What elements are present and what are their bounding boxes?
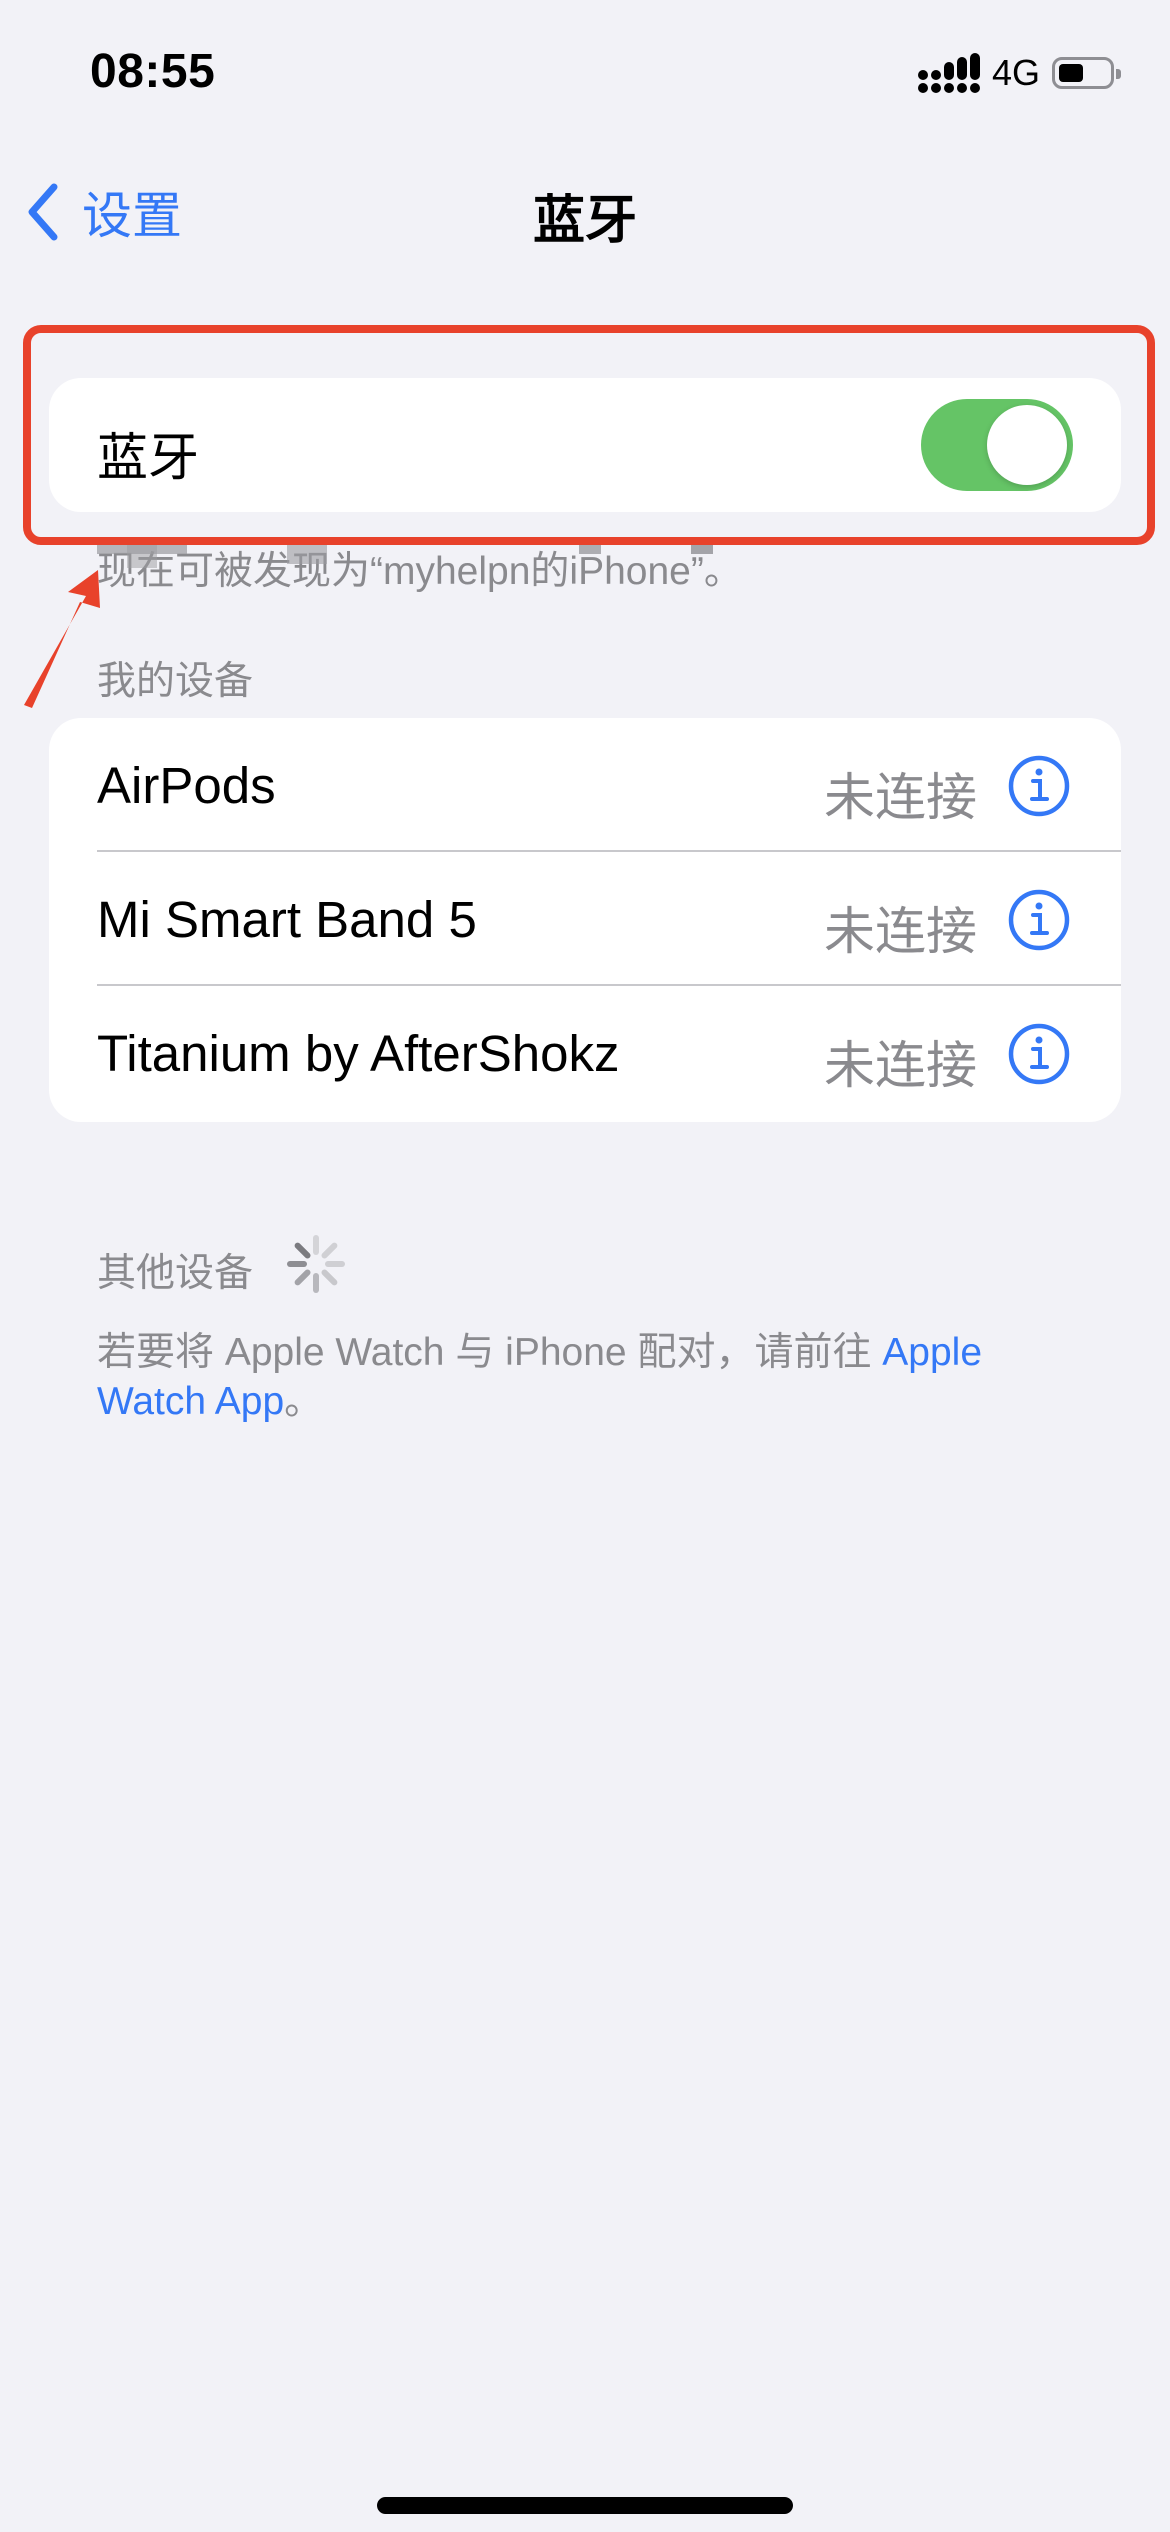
info-icon[interactable]	[1007, 1022, 1071, 1086]
device-row-airpods[interactable]: AirPods 未连接	[49, 718, 1121, 852]
page-title: 蓝牙	[532, 192, 637, 250]
info-icon[interactable]	[1007, 754, 1071, 818]
my-devices-header: 我的设备	[97, 660, 254, 703]
network-type: 4G	[991, 52, 1040, 93]
spinner-spoke	[321, 1269, 338, 1286]
status-time: 08:55	[90, 45, 216, 98]
device-name: Titanium by AfterShokz	[97, 1025, 620, 1082]
info-icon[interactable]	[1007, 888, 1071, 952]
spinner-spoke	[294, 1269, 311, 1286]
battery-fill	[1059, 64, 1083, 82]
annotation-highlight-box	[23, 325, 1155, 545]
dual-signal-icon	[917, 53, 980, 93]
device-row-mi-smart-band[interactable]: Mi Smart Band 5 未连接	[49, 852, 1121, 986]
device-status: 未连接	[823, 903, 977, 960]
help-text-prefix: 若要将 Apple Watch 与 iPhone 配对，请前往	[97, 1331, 883, 1374]
device-name: Mi Smart Band 5	[97, 891, 477, 948]
spinner-spoke	[294, 1242, 311, 1259]
battery-nub	[1116, 69, 1121, 79]
home-indicator[interactable]	[377, 2497, 793, 2514]
spinner-icon	[287, 1235, 345, 1293]
my-devices-list: AirPods 未连接 Mi Smart Band 5 未连接 Titanium…	[49, 718, 1121, 1122]
device-row-titanium[interactable]: Titanium by AfterShokz 未连接	[49, 986, 1121, 1120]
device-status: 未连接	[823, 1037, 977, 1094]
battery-icon	[1052, 57, 1121, 89]
device-status: 未连接	[823, 769, 977, 826]
other-devices-header: 其他设备	[97, 1252, 254, 1295]
help-text-suffix: 。	[284, 1380, 324, 1423]
device-name: AirPods	[97, 757, 276, 814]
apple-watch-help-text: 若要将 Apple Watch 与 iPhone 配对，请前往 Apple Wa…	[97, 1328, 1097, 1426]
status-indicators: 4G	[917, 52, 1121, 94]
discoverable-text: 现在可被发现为“myhelpn的iPhone”。	[97, 540, 743, 596]
spinner-spoke	[321, 1242, 338, 1259]
